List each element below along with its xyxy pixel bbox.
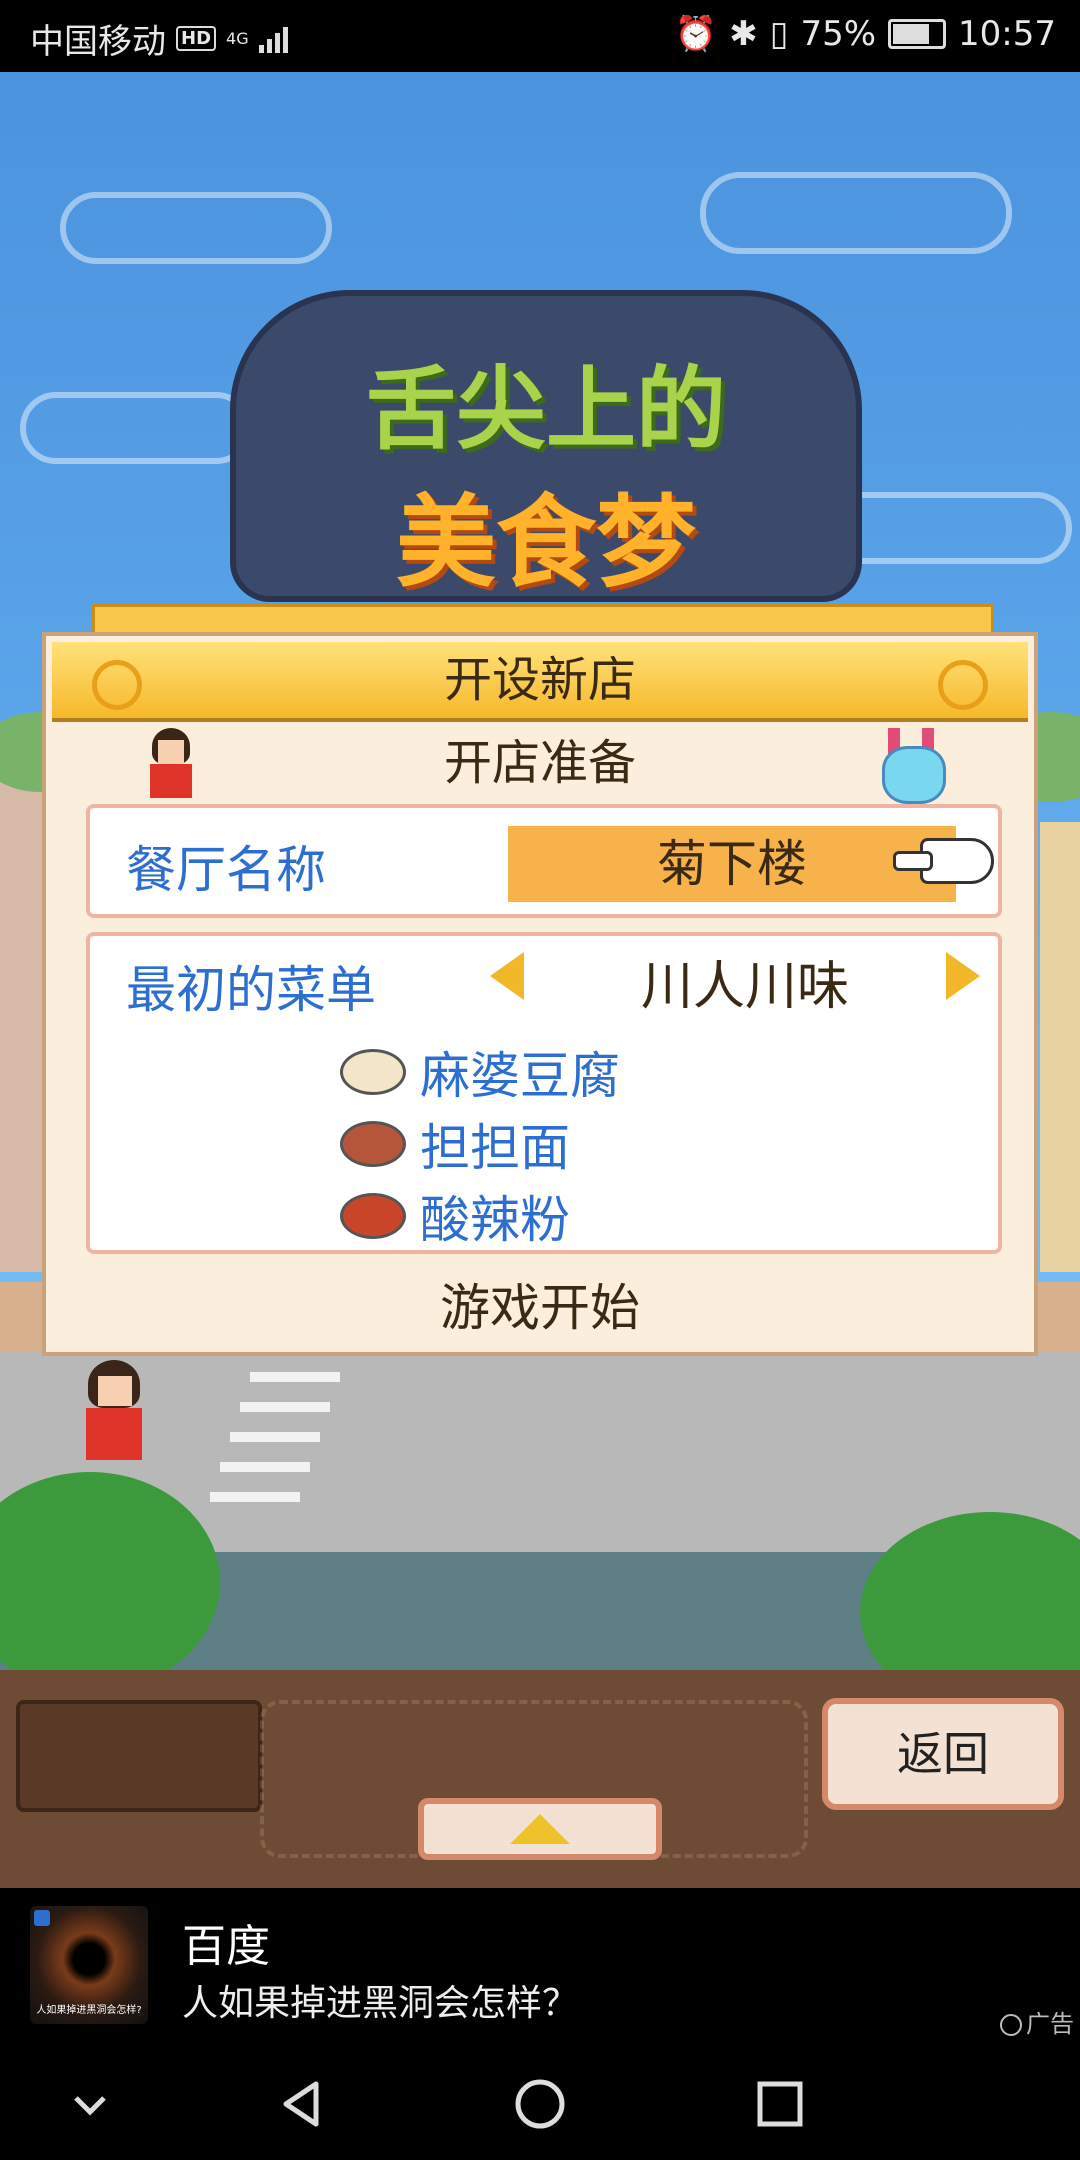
- tofu-dish-icon: [340, 1049, 406, 1095]
- chef-girl-icon: [144, 728, 198, 798]
- rabbit-mascot-icon: [878, 728, 946, 804]
- clock: 10:57: [958, 14, 1056, 54]
- carrier-name: 中国移动: [30, 22, 166, 62]
- menu-prev-arrow-icon[interactable]: [490, 952, 524, 1000]
- status-left: 中国移动 HD 4G: [30, 14, 288, 63]
- restaurant-name-panel: 餐厅名称 菊下楼: [86, 804, 1002, 918]
- system-nav-bar: [0, 2046, 1080, 2160]
- network-type: 4G: [226, 29, 249, 48]
- dish-name: 麻婆豆腐: [420, 1047, 620, 1105]
- dish-item: 酸辣粉: [340, 1180, 570, 1252]
- ad-thumbnail[interactable]: 人如果掉进黑洞会怎样?: [30, 1906, 148, 2024]
- dialog-title: 开设新店: [443, 652, 636, 708]
- dish-item: 麻婆豆腐: [340, 1036, 620, 1108]
- walking-character: [80, 1360, 150, 1460]
- alarm-icon: ⏰: [674, 14, 718, 54]
- chevron-down-icon[interactable]: [60, 2074, 120, 2134]
- logo-title-top: 舌尖上的: [366, 357, 726, 462]
- up-triangle-icon: [510, 1814, 570, 1844]
- back-button[interactable]: 返回: [822, 1698, 1064, 1810]
- pointing-hand-icon: [893, 838, 994, 884]
- status-right: ⏰ ✱ ▯ 75% 10:57: [675, 14, 1056, 54]
- restaurant-name-field[interactable]: 菊下楼: [508, 826, 956, 902]
- start-game-button[interactable]: 游戏开始: [46, 1268, 1034, 1348]
- game-logo: 舌尖上的 美食梦: [230, 290, 862, 602]
- sour-spicy-noodle-icon: [340, 1193, 406, 1239]
- cloud: [20, 392, 252, 464]
- dish-name: 酸辣粉: [420, 1191, 570, 1249]
- game-scene[interactable]: 舌尖上的 美食梦 开设新店 开店准备 餐厅名称 菊下楼 最初的菜单 川人川味 麻…: [0, 72, 1080, 1670]
- restaurant-name-label: 餐厅名称: [126, 841, 326, 899]
- expand-up-button[interactable]: [418, 1798, 662, 1860]
- info-box: [16, 1700, 262, 1812]
- cloud: [700, 172, 1012, 254]
- open-new-store-dialog: 开设新店 开店准备 餐厅名称 菊下楼 最初的菜单 川人川味 麻婆豆腐 担担面 酸…: [42, 632, 1038, 1356]
- ad-text: 人如果掉进黑洞会怎样？: [182, 1983, 579, 2024]
- cloud: [60, 192, 332, 264]
- ad-banner[interactable]: 人如果掉进黑洞会怎样? 百度 人如果掉进黑洞会怎样？ 广告: [0, 1888, 1080, 2046]
- initial-menu-label: 最初的菜单: [126, 961, 376, 1019]
- dish-item: 担担面: [340, 1108, 570, 1180]
- dish-name: 担担面: [420, 1119, 570, 1177]
- status-bar: 中国移动 HD 4G ⏰ ✱ ▯ 75% 10:57: [0, 0, 1080, 72]
- ad-info-icon: [1000, 2014, 1022, 2036]
- initial-menu-panel: 最初的菜单 川人川味 麻婆豆腐 担担面 酸辣粉: [86, 932, 1002, 1254]
- ad-tag-label: 广告: [1026, 2010, 1074, 2038]
- recent-square-icon[interactable]: [750, 2074, 810, 2134]
- ad-source: 百度: [182, 1921, 270, 1972]
- menu-next-arrow-icon[interactable]: [946, 952, 980, 1000]
- back-triangle-icon[interactable]: [272, 2074, 332, 2134]
- building: [1040, 822, 1080, 1272]
- vibrate-icon: ▯: [769, 14, 789, 54]
- bluetooth-icon: ✱: [729, 14, 758, 54]
- initial-menu-value: 川人川味: [640, 957, 849, 1017]
- ad-thumbnail-caption: 人如果掉进黑洞会怎样?: [36, 2005, 142, 2016]
- battery-percent: 75%: [800, 14, 877, 54]
- ad-tag: 广告: [1000, 2004, 1074, 2039]
- home-circle-icon[interactable]: [510, 2074, 570, 2134]
- hd-badge: HD: [176, 26, 217, 51]
- logo-title-bottom: 美食梦: [396, 484, 696, 601]
- noodle-bowl-icon: [340, 1121, 406, 1167]
- battery-icon: [888, 19, 947, 49]
- game-bottom-bar: 返回: [0, 1670, 1080, 1888]
- dialog-header: 开设新店: [52, 642, 1028, 722]
- baidu-paw-icon: [34, 1910, 50, 1926]
- signal-icon: [258, 25, 288, 53]
